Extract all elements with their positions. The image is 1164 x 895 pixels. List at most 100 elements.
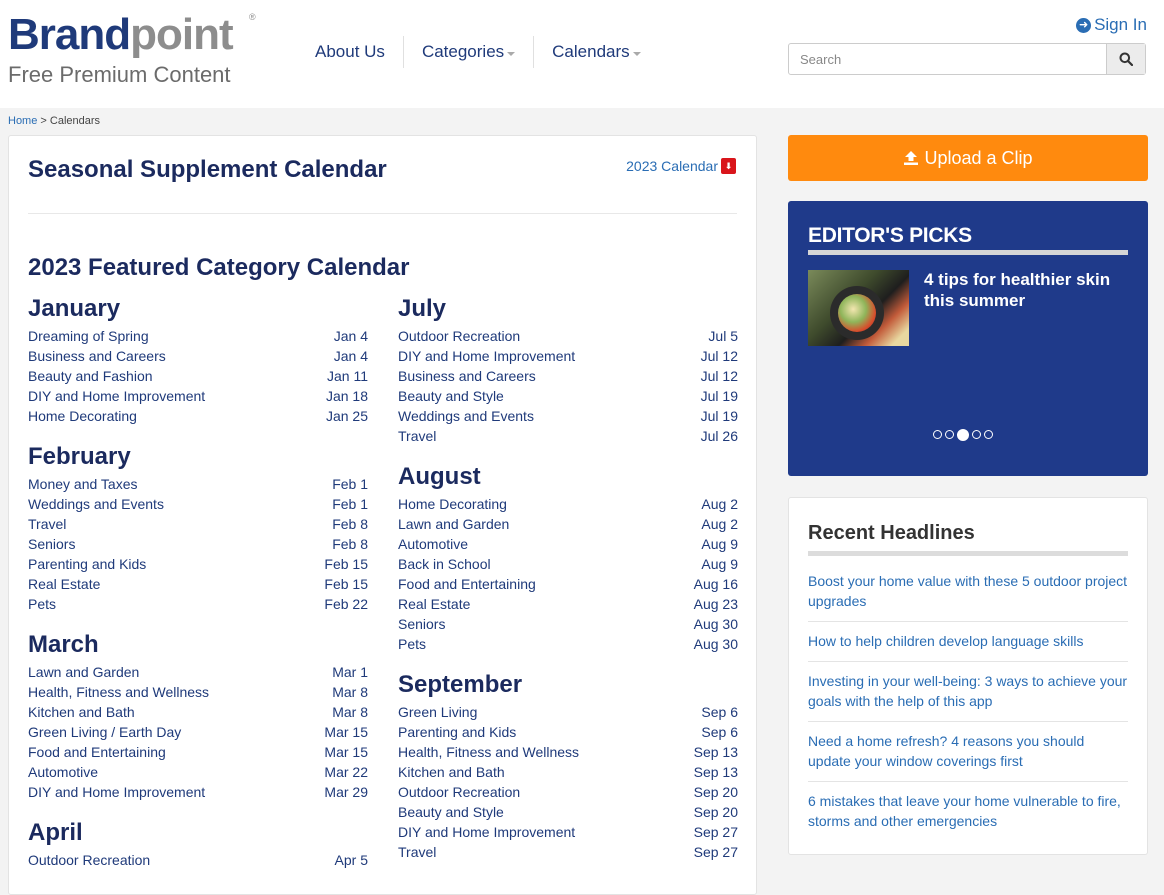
month-block-september: September Green Living Sep 6 Parenting and …: [398, 668, 738, 862]
headline-link[interactable]: Boost your home value with these 5 outdo…: [808, 562, 1128, 622]
nav-item-calendars[interactable]: Calendars: [534, 36, 659, 68]
sign-in-link[interactable]: ➜ Sign In: [1076, 15, 1147, 35]
search-input[interactable]: [789, 44, 1109, 74]
calendar-row: DIY and Home Improvement Sep 27: [398, 822, 738, 842]
search-box: [788, 43, 1146, 75]
calendar-category-link[interactable]: Weddings and Events: [28, 494, 164, 514]
calendar-category-link[interactable]: Travel: [28, 514, 66, 534]
calendar-category-link[interactable]: Health, Fitness and Wellness: [28, 682, 209, 702]
month-heading: July: [398, 295, 447, 322]
pick-thumbnail[interactable]: [808, 270, 909, 346]
calendar-date: Aug 23: [693, 596, 738, 612]
calendar-category-link[interactable]: Business and Careers: [28, 346, 166, 366]
calendar-date: Jan 4: [333, 328, 368, 344]
breadcrumb-home-link[interactable]: Home: [8, 115, 37, 127]
calendar-category-link[interactable]: Parenting and Kids: [28, 554, 146, 574]
calendar-category-link[interactable]: Travel: [398, 426, 436, 446]
upload-clip-button[interactable]: Upload a Clip: [788, 135, 1148, 181]
calendar-column-right: July Outdoor Recreation Jul 5 DIY and Home …: [398, 292, 738, 876]
calendar-category-link[interactable]: Lawn and Garden: [398, 514, 509, 534]
headline-link[interactable]: How to help children develop language sk…: [808, 622, 1128, 662]
calendar-date: Jul 19: [700, 408, 738, 424]
recent-headlines-panel: Recent Headlines Boost your home value w…: [788, 497, 1148, 855]
calendar-category-link[interactable]: Food and Entertaining: [28, 742, 166, 762]
upload-icon: [904, 151, 919, 165]
carousel-dot[interactable]: [984, 430, 993, 439]
calendar-category-link[interactable]: Money and Taxes: [28, 474, 137, 494]
food-shape: [838, 294, 876, 332]
calendar-date: Feb 1: [332, 496, 368, 512]
calendar-category-link[interactable]: Home Decorating: [28, 406, 137, 426]
calendar-category-link[interactable]: Beauty and Style: [398, 802, 504, 822]
carousel-dot[interactable]: [933, 430, 942, 439]
carousel-dot[interactable]: [957, 428, 969, 441]
calendar-category-link[interactable]: Weddings and Events: [398, 406, 534, 426]
nav-item-label: Categories: [421, 42, 505, 61]
calendar-category-link[interactable]: Automotive: [398, 534, 468, 554]
breadcrumb-separator: >: [37, 115, 50, 127]
calendar-category-link[interactable]: Kitchen and Bath: [28, 702, 135, 722]
calendar-row: Beauty and Style Jul 19: [398, 386, 738, 406]
headline-link[interactable]: Need a home refresh? 4 reasons you shoul…: [808, 722, 1128, 782]
month-heading: January: [28, 295, 121, 322]
calendar-category-link[interactable]: Seniors: [398, 614, 445, 634]
calendar-category-link[interactable]: Health, Fitness and Wellness: [398, 742, 579, 762]
calendar-category-link[interactable]: Beauty and Style: [398, 386, 504, 406]
calendar-category-link[interactable]: Parenting and Kids: [398, 722, 516, 742]
calendar-category-link[interactable]: Seniors: [28, 534, 75, 554]
calendar-category-link[interactable]: Business and Careers: [398, 366, 536, 386]
calendar-category-link[interactable]: Outdoor Recreation: [398, 782, 520, 802]
nav-item-about-us[interactable]: About Us: [300, 36, 404, 68]
calendar-category-link[interactable]: DIY and Home Improvement: [28, 386, 205, 406]
calendar-category-link[interactable]: DIY and Home Improvement: [398, 346, 575, 366]
nav-item-categories[interactable]: Categories: [404, 36, 535, 68]
pick-headline-link[interactable]: 4 tips for healthier skin this summer: [924, 269, 1124, 311]
page-title: Seasonal Supplement Calendar: [28, 156, 387, 183]
calendar-category-link[interactable]: Pets: [28, 594, 56, 614]
calendar-category-link[interactable]: Back in School: [398, 554, 491, 574]
calendar-row: Seniors Feb 8: [28, 534, 368, 554]
editors-picks-title: EDITOR'S PICKS: [808, 224, 972, 247]
calendar-category-link[interactable]: Real Estate: [398, 594, 470, 614]
calendar-category-link[interactable]: Home Decorating: [398, 494, 507, 514]
calendar-category-link[interactable]: Green Living / Earth Day: [28, 722, 181, 742]
pdf-icon: ⬇: [721, 158, 736, 174]
calendar-category-link[interactable]: DIY and Home Improvement: [28, 782, 205, 802]
calendar-date: Sep 20: [693, 784, 738, 800]
calendar-category-link[interactable]: DIY and Home Improvement: [398, 822, 575, 842]
headline-link[interactable]: Investing in your well-being: 3 ways to …: [808, 662, 1128, 722]
calendar-row: Food and Entertaining Mar 15: [28, 742, 368, 762]
calendar-pdf-link[interactable]: 2023 Calendar ⬇: [626, 158, 736, 174]
calendar-row: DIY and Home Improvement Jul 12: [398, 346, 738, 366]
carousel-dot[interactable]: [972, 430, 981, 439]
month-block-february: February Money and Taxes Feb 1 Weddings and…: [28, 440, 368, 614]
calendar-category-link[interactable]: Dreaming of Spring: [28, 326, 149, 346]
search-button[interactable]: [1106, 44, 1145, 74]
calendar-row: Seniors Aug 30: [398, 614, 738, 634]
calendar-category-link[interactable]: Real Estate: [28, 574, 100, 594]
calendar-date: Jan 11: [327, 368, 368, 384]
calendar-row: Automotive Mar 22: [28, 762, 368, 782]
calendar-category-link[interactable]: Green Living: [398, 702, 477, 722]
calendar-category-link[interactable]: Beauty and Fashion: [28, 366, 153, 386]
calendar-category-link[interactable]: Food and Entertaining: [398, 574, 536, 594]
calendar-category-link[interactable]: Travel: [398, 842, 436, 862]
calendar-category-link[interactable]: Kitchen and Bath: [398, 762, 505, 782]
calendar-row: Real Estate Feb 15: [28, 574, 368, 594]
calendar-date: Feb 8: [332, 516, 368, 532]
calendar-category-link[interactable]: Pets: [398, 634, 426, 654]
carousel-dot[interactable]: [945, 430, 954, 439]
calendar-category-link[interactable]: Lawn and Garden: [28, 662, 139, 682]
calendar-date: Sep 6: [701, 704, 738, 720]
calendar-row: Beauty and Style Sep 20: [398, 802, 738, 822]
nav-item-label: About Us: [315, 42, 385, 61]
calendar-category-link[interactable]: Automotive: [28, 762, 98, 782]
calendar-category-link[interactable]: Outdoor Recreation: [398, 326, 520, 346]
headline-link[interactable]: 6 mistakes that leave your home vulnerab…: [808, 782, 1128, 841]
calendar-category-link[interactable]: Outdoor Recreation: [28, 850, 150, 870]
calendar-date: Feb 15: [324, 576, 368, 592]
calendar-row: Home Decorating Aug 2: [398, 494, 738, 514]
title-divider: [28, 213, 737, 214]
brandpoint-logo[interactable]: Brandpoint ® Free Premium Content: [8, 10, 268, 90]
calendar-date: Jan 25: [325, 408, 368, 424]
